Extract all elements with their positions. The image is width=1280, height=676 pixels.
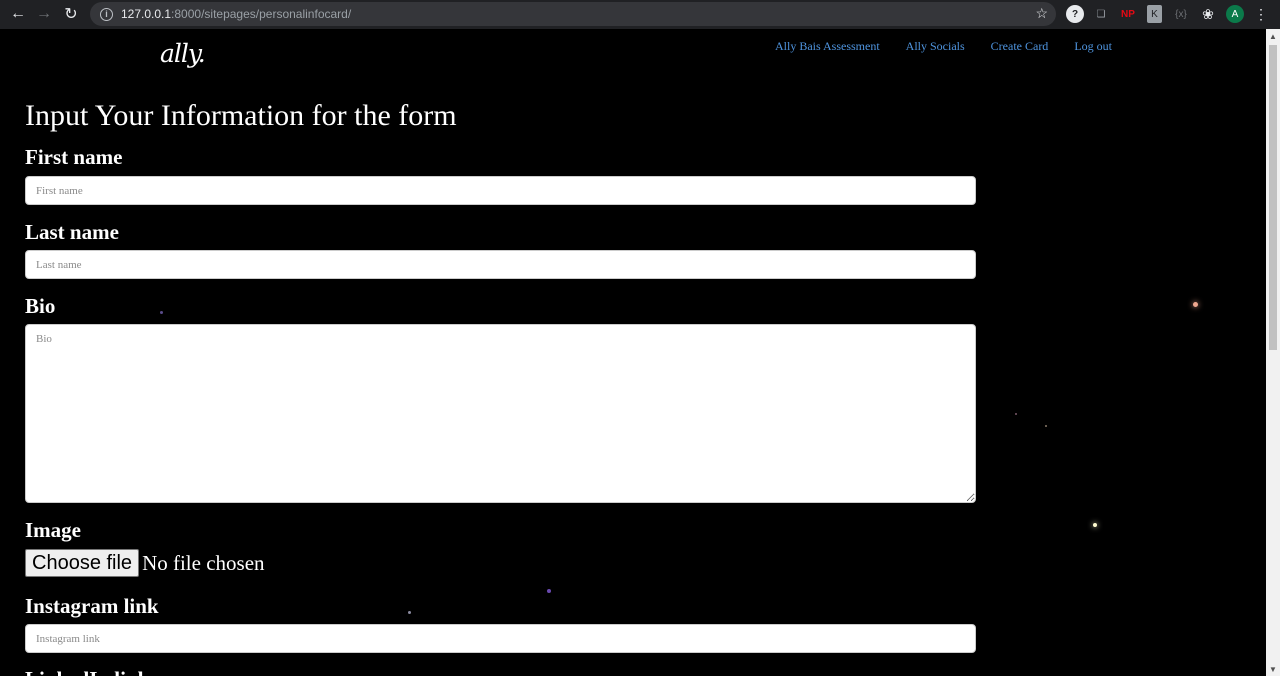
url-host: 127.0.0.1 [121, 7, 172, 21]
page-content: ally. Ally Bais Assessment Ally Socials … [0, 29, 1266, 676]
choose-file-button[interactable]: Choose file [25, 549, 140, 577]
page-scrollbar[interactable]: ▲ ▼ [1266, 29, 1280, 676]
star-particle [408, 611, 411, 614]
star-particle [1045, 425, 1047, 427]
puzzle-extensions-icon[interactable]: ❀ [1200, 5, 1216, 23]
np-extension-icon[interactable]: NP [1120, 5, 1136, 23]
linkedin-label: LinkedIn link [25, 667, 149, 676]
menu-kebab-icon[interactable]: ⋮ [1254, 5, 1268, 23]
k-extension-icon[interactable]: K [1147, 5, 1162, 23]
url-text[interactable]: 127.0.0.1:8000/sitepages/personalinfocar… [121, 7, 351, 21]
top-nav: Ally Bais Assessment Ally Socials Create… [775, 39, 1138, 54]
site-info-icon[interactable]: i [100, 7, 113, 21]
last-name-input[interactable] [25, 250, 976, 279]
bookmark-star-icon[interactable]: ☆ [1035, 5, 1048, 22]
star-particle [1093, 523, 1097, 527]
copy-extension-icon[interactable]: ❏ [1094, 5, 1108, 23]
nav-link-ally-socials[interactable]: Ally Socials [906, 39, 965, 54]
address-bar[interactable]: i 127.0.0.1:8000/sitepages/personalinfoc… [90, 2, 1056, 26]
nav-link-create-card[interactable]: Create Card [991, 39, 1049, 54]
file-status: No file chosen [142, 550, 265, 575]
ally-logo[interactable]: ally. [160, 39, 206, 68]
first-name-label: First name [25, 145, 123, 169]
bio-label: Bio [25, 294, 56, 318]
nav-link-log-out[interactable]: Log out [1074, 39, 1112, 54]
forward-icon[interactable]: → [31, 1, 57, 27]
star-particle [1015, 413, 1017, 415]
last-name-label: Last name [25, 220, 119, 244]
instagram-input[interactable] [25, 624, 976, 653]
url-path: :8000/sitepages/personalinfocard/ [171, 7, 352, 21]
browser-toolbar: ← → ↻ i 127.0.0.1:8000/sitepages/persona… [0, 0, 1280, 29]
profile-avatar[interactable]: A [1226, 5, 1244, 23]
first-name-input[interactable] [25, 176, 976, 205]
scroll-up-icon[interactable]: ▲ [1266, 29, 1280, 43]
image-file-input: Choose file No file chosen [25, 549, 265, 577]
page-title: Input Your Information for the form [25, 99, 457, 132]
star-particle [1193, 302, 1198, 307]
scrollbar-thumb[interactable] [1269, 45, 1277, 350]
instagram-label: Instagram link [25, 594, 159, 618]
help-extension-icon[interactable]: ? [1066, 5, 1084, 23]
bio-textarea[interactable] [25, 324, 976, 503]
json-extension-icon[interactable]: {x} [1172, 5, 1190, 23]
nav-link-bias-assessment[interactable]: Ally Bais Assessment [775, 39, 880, 54]
scroll-down-icon[interactable]: ▼ [1266, 662, 1280, 676]
image-label: Image [25, 518, 81, 542]
star-particle [160, 311, 163, 314]
reload-icon[interactable]: ↻ [58, 1, 84, 27]
back-icon[interactable]: ← [5, 1, 31, 27]
star-particle [547, 589, 551, 593]
